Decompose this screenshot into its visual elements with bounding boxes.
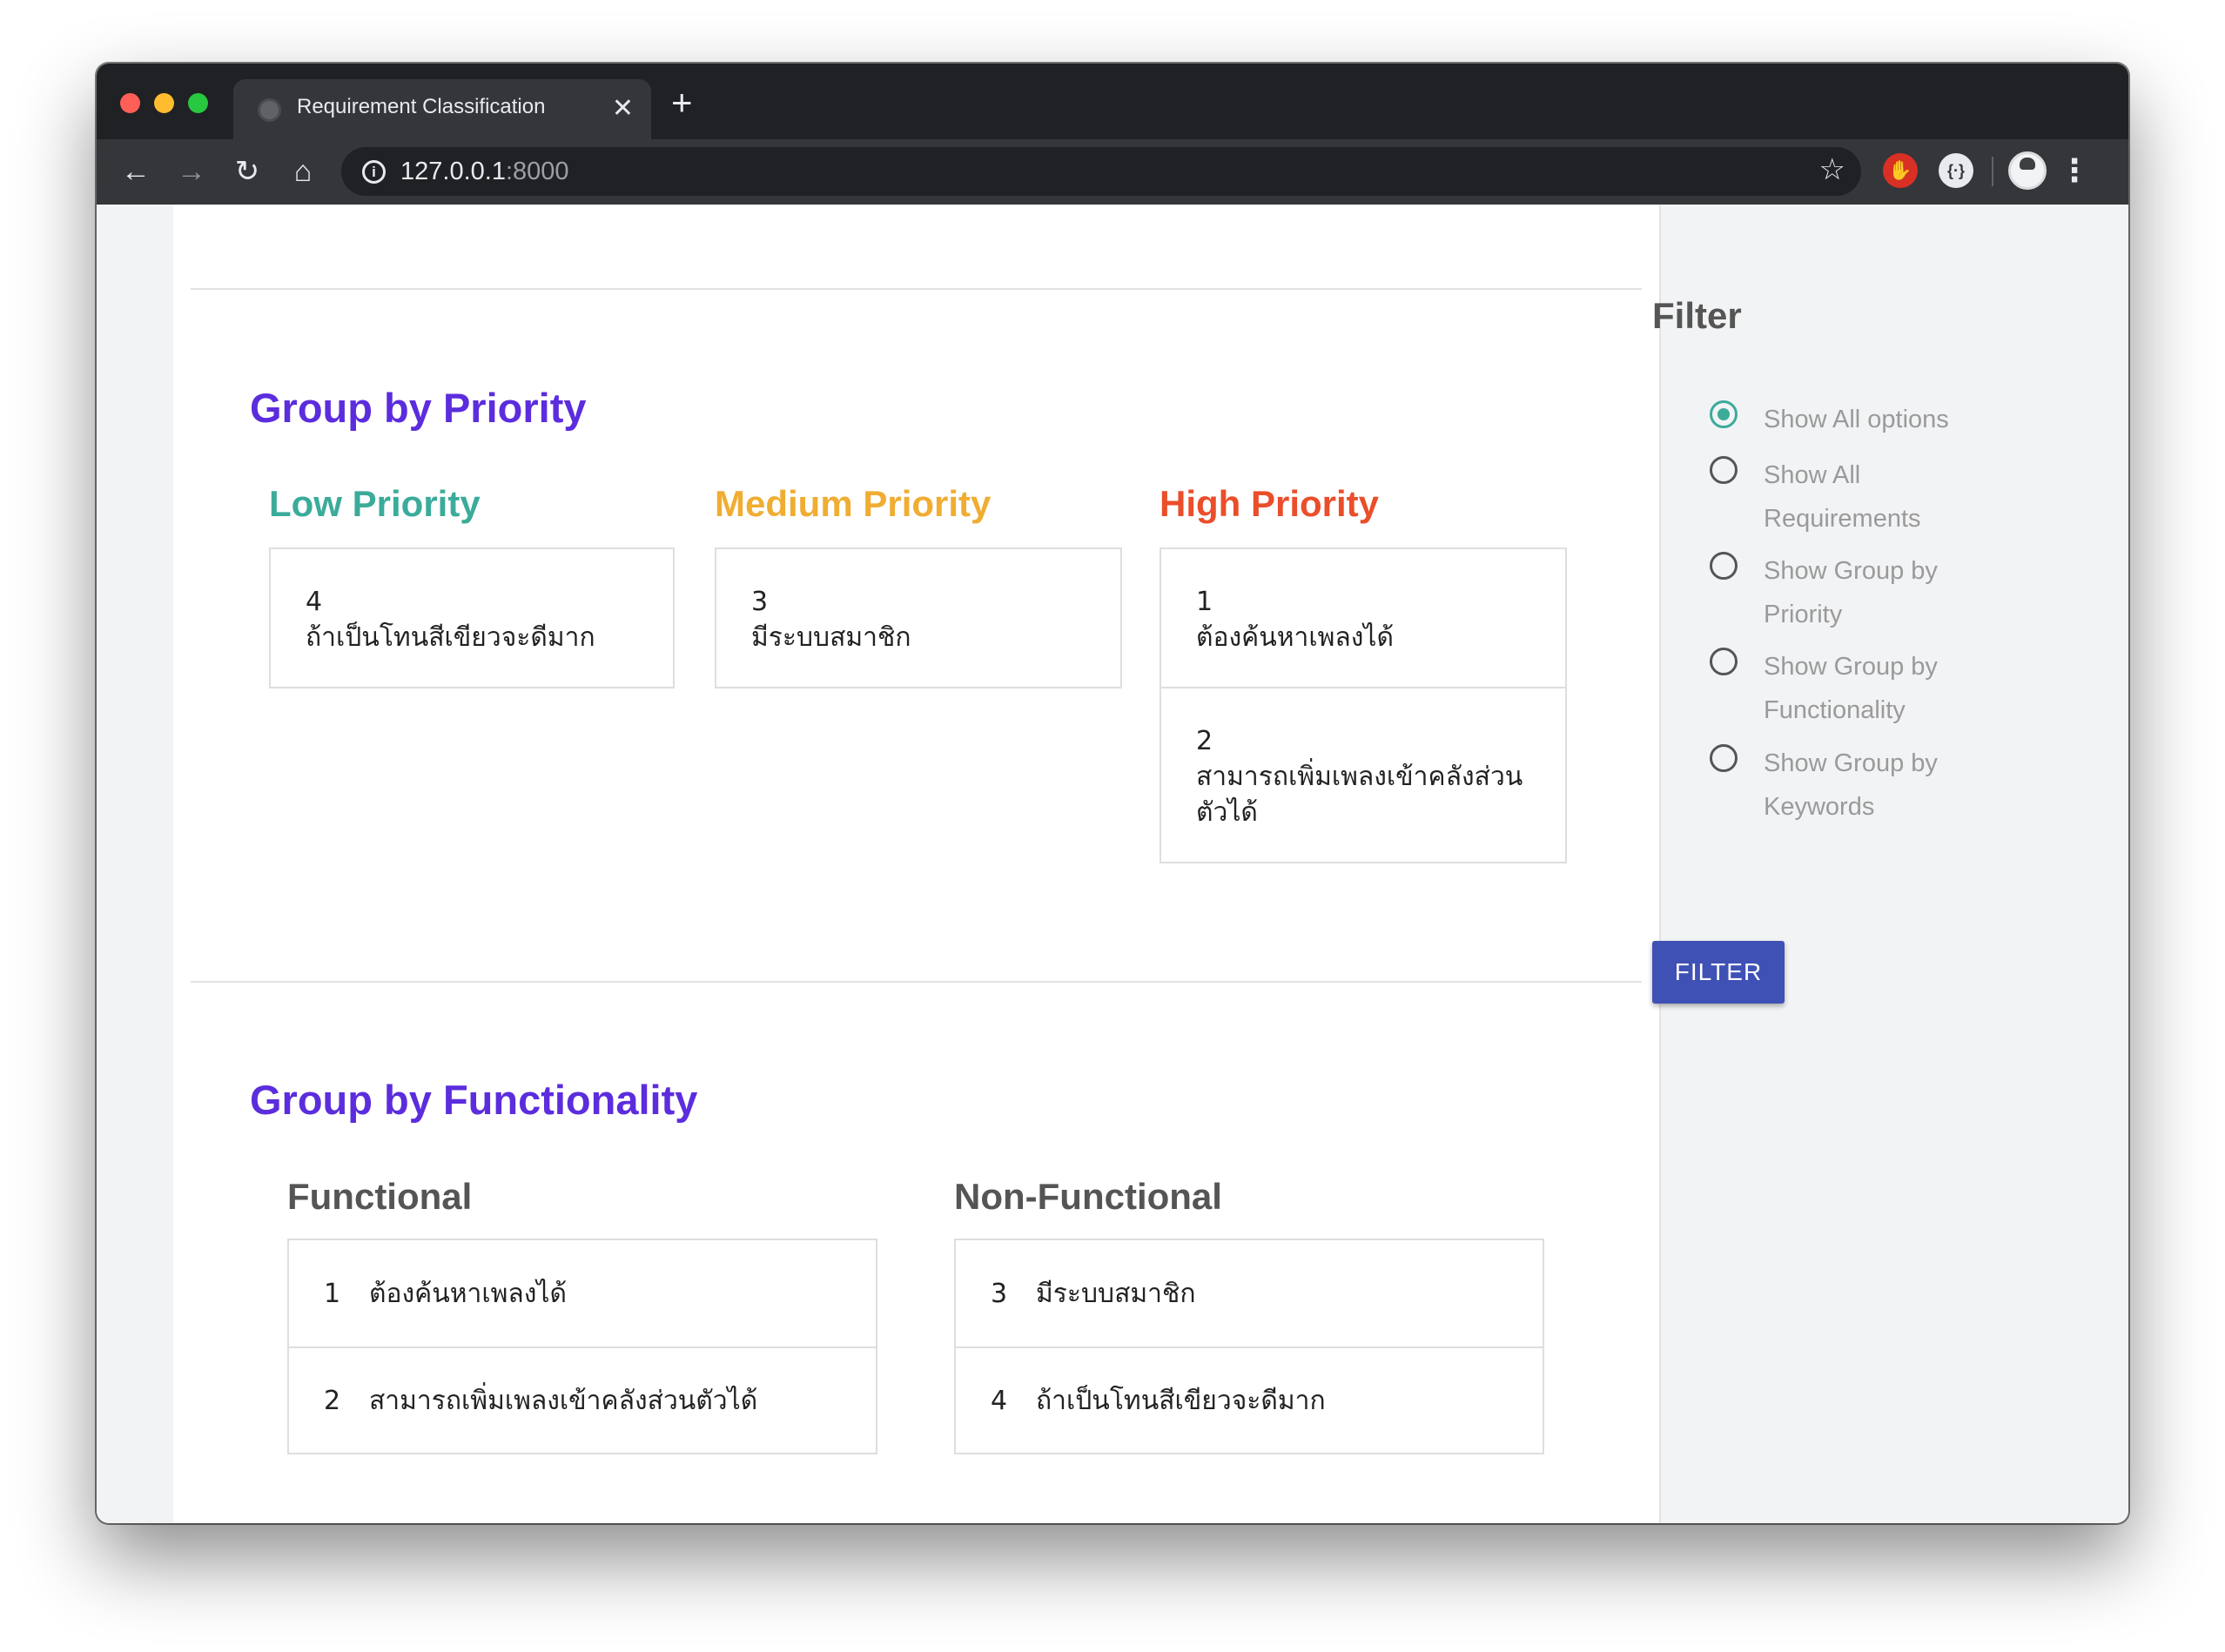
list-item: 2 สามารถเพิ่มเพลงเข้าคลังส่วนตัวได้ <box>289 1346 876 1453</box>
reload-icon[interactable]: ↻ <box>227 151 267 191</box>
requirement-number: 1 <box>324 1278 341 1309</box>
filter-title: Filter <box>1652 295 1742 336</box>
url-port: :8000 <box>505 158 569 185</box>
non-functional-list: 3 มีระบบสมาชิก 4 ถ้าเป็นโทนสีเขียวจะดีมา… <box>954 1239 1544 1454</box>
list-item: 1 ต้องค้นหาเพลงได้ <box>289 1240 876 1346</box>
radio-button[interactable] <box>1710 648 1738 675</box>
browser-window: Requirement Classification ✕ + ← → ↻ ⌂ i… <box>97 64 2128 1523</box>
new-tab-button[interactable]: + <box>671 84 693 121</box>
functional-list: 1 ต้องค้นหาเพลงได้ 2 สามารถเพิ่มเพลงเข้า… <box>287 1239 877 1454</box>
info-icon[interactable]: i <box>362 160 386 184</box>
main-content: Group by Priority Low Priority 4 ถ้าเป็น… <box>173 205 1661 1523</box>
minimize-window-button[interactable] <box>154 93 174 113</box>
functionality-section-title: Group by Functionality <box>250 1077 698 1123</box>
high-priority-list: 1 ต้องค้นหาเพลงได้ 2 สามารถเพิ่มเพลงเข้า… <box>1160 547 1567 863</box>
requirement-text: ต้องค้นหาเพลงได้ <box>369 1278 567 1309</box>
extension-icon[interactable]: {·} <box>1939 153 1973 188</box>
requirement-text: สามารถเพิ่มเพลงเข้าคลังส่วนตัวได้ <box>369 1385 758 1416</box>
back-arrow-icon[interactable]: ← <box>116 151 156 191</box>
adblock-extension-icon[interactable]: ✋ <box>1883 153 1918 188</box>
requirement-number: 4 <box>306 587 323 617</box>
home-icon[interactable]: ⌂ <box>283 151 323 191</box>
close-tab-icon[interactable]: ✕ <box>612 91 634 126</box>
requirement-text: มีระบบสมาชิก <box>1036 1278 1196 1309</box>
list-item: 3 มีระบบสมาชิก <box>956 1240 1543 1346</box>
requirement-text: มีระบบสมาชิก <box>751 622 911 653</box>
requirement-text: ถ้าเป็นโทนสีเขียวจะดีมาก <box>1036 1385 1326 1416</box>
medium-priority-list: 3 มีระบบสมาชิก <box>715 547 1122 688</box>
medium-priority-title: Medium Priority <box>715 483 992 524</box>
radio-label: Show Group by Priority <box>1764 557 1938 628</box>
requirement-number: 2 <box>1196 726 1213 756</box>
requirement-number: 3 <box>991 1278 1008 1309</box>
maximize-window-button[interactable] <box>188 93 208 113</box>
requirement-number: 1 <box>1196 587 1213 617</box>
bookmark-star-icon[interactable]: ☆ <box>1819 152 1845 187</box>
url-text: 127.0.0.1:8000 <box>400 158 569 186</box>
radio-button[interactable] <box>1710 456 1738 484</box>
requirement-number: 3 <box>751 587 769 617</box>
globe-icon <box>258 98 281 122</box>
divider <box>191 981 1642 983</box>
radio-button-checked[interactable] <box>1710 400 1738 428</box>
low-priority-list: 4 ถ้าเป็นโทนสีเขียวจะดีมาก <box>269 547 675 688</box>
priority-section-title: Group by Priority <box>250 385 587 431</box>
radio-label: Show Group by Functionality <box>1764 653 1938 724</box>
requirement-card: 4 ถ้าเป็นโทนสีเขียวจะดีมาก <box>271 549 673 687</box>
requirement-card: 1 ต้องค้นหาเพลงได้ <box>1161 549 1565 687</box>
list-item: 4 ถ้าเป็นโทนสีเขียวจะดีมาก <box>956 1346 1543 1453</box>
profile-avatar[interactable] <box>2008 151 2047 190</box>
high-priority-title: High Priority <box>1160 483 1380 524</box>
requirement-text: สามารถเพิ่มเพลงเข้าคลังส่วนตัวได้ <box>1196 762 1523 828</box>
requirement-card: 3 มีระบบสมาชิก <box>716 549 1120 687</box>
low-priority-title: Low Priority <box>269 483 481 524</box>
page-viewport: Group by Priority Low Priority 4 ถ้าเป็น… <box>97 205 2128 1523</box>
browser-tab[interactable]: Requirement Classification ✕ <box>233 79 651 139</box>
requirement-text: ต้องค้นหาเพลงได้ <box>1196 622 1394 653</box>
toolbar-separator <box>1992 157 1993 186</box>
radio-button[interactable] <box>1710 744 1738 772</box>
browser-toolbar: ← → ↻ ⌂ i 127.0.0.1:8000 ☆ ✋ {·} ⋮ <box>97 139 2128 205</box>
close-window-button[interactable] <box>120 93 140 113</box>
radio-label: Show All Requirements <box>1764 461 1921 533</box>
requirement-number: 4 <box>991 1385 1008 1416</box>
requirement-text: ถ้าเป็นโทนสีเขียวจะดีมาก <box>306 622 595 653</box>
requirement-card: 2 สามารถเพิ่มเพลงเข้าคลังส่วนตัวได้ <box>1161 687 1565 862</box>
requirement-number: 2 <box>324 1385 341 1416</box>
radio-button[interactable] <box>1710 552 1738 580</box>
address-bar[interactable]: i 127.0.0.1:8000 ☆ <box>341 147 1861 196</box>
non-functional-title: Non-Functional <box>954 1176 1222 1217</box>
radio-label: Show All options <box>1764 406 1949 433</box>
url-host: 127.0.0.1 <box>400 158 506 185</box>
functional-title: Functional <box>287 1176 473 1217</box>
divider <box>191 288 1642 290</box>
menu-kebab-icon[interactable]: ⋮ <box>2057 150 2092 191</box>
tab-bar: Requirement Classification ✕ + <box>97 64 2128 139</box>
forward-arrow-icon[interactable]: → <box>171 151 212 191</box>
filter-button[interactable]: FILTER <box>1652 941 1785 1004</box>
radio-label: Show Group by Keywords <box>1764 749 1938 821</box>
tab-title: Requirement Classification <box>297 95 546 118</box>
